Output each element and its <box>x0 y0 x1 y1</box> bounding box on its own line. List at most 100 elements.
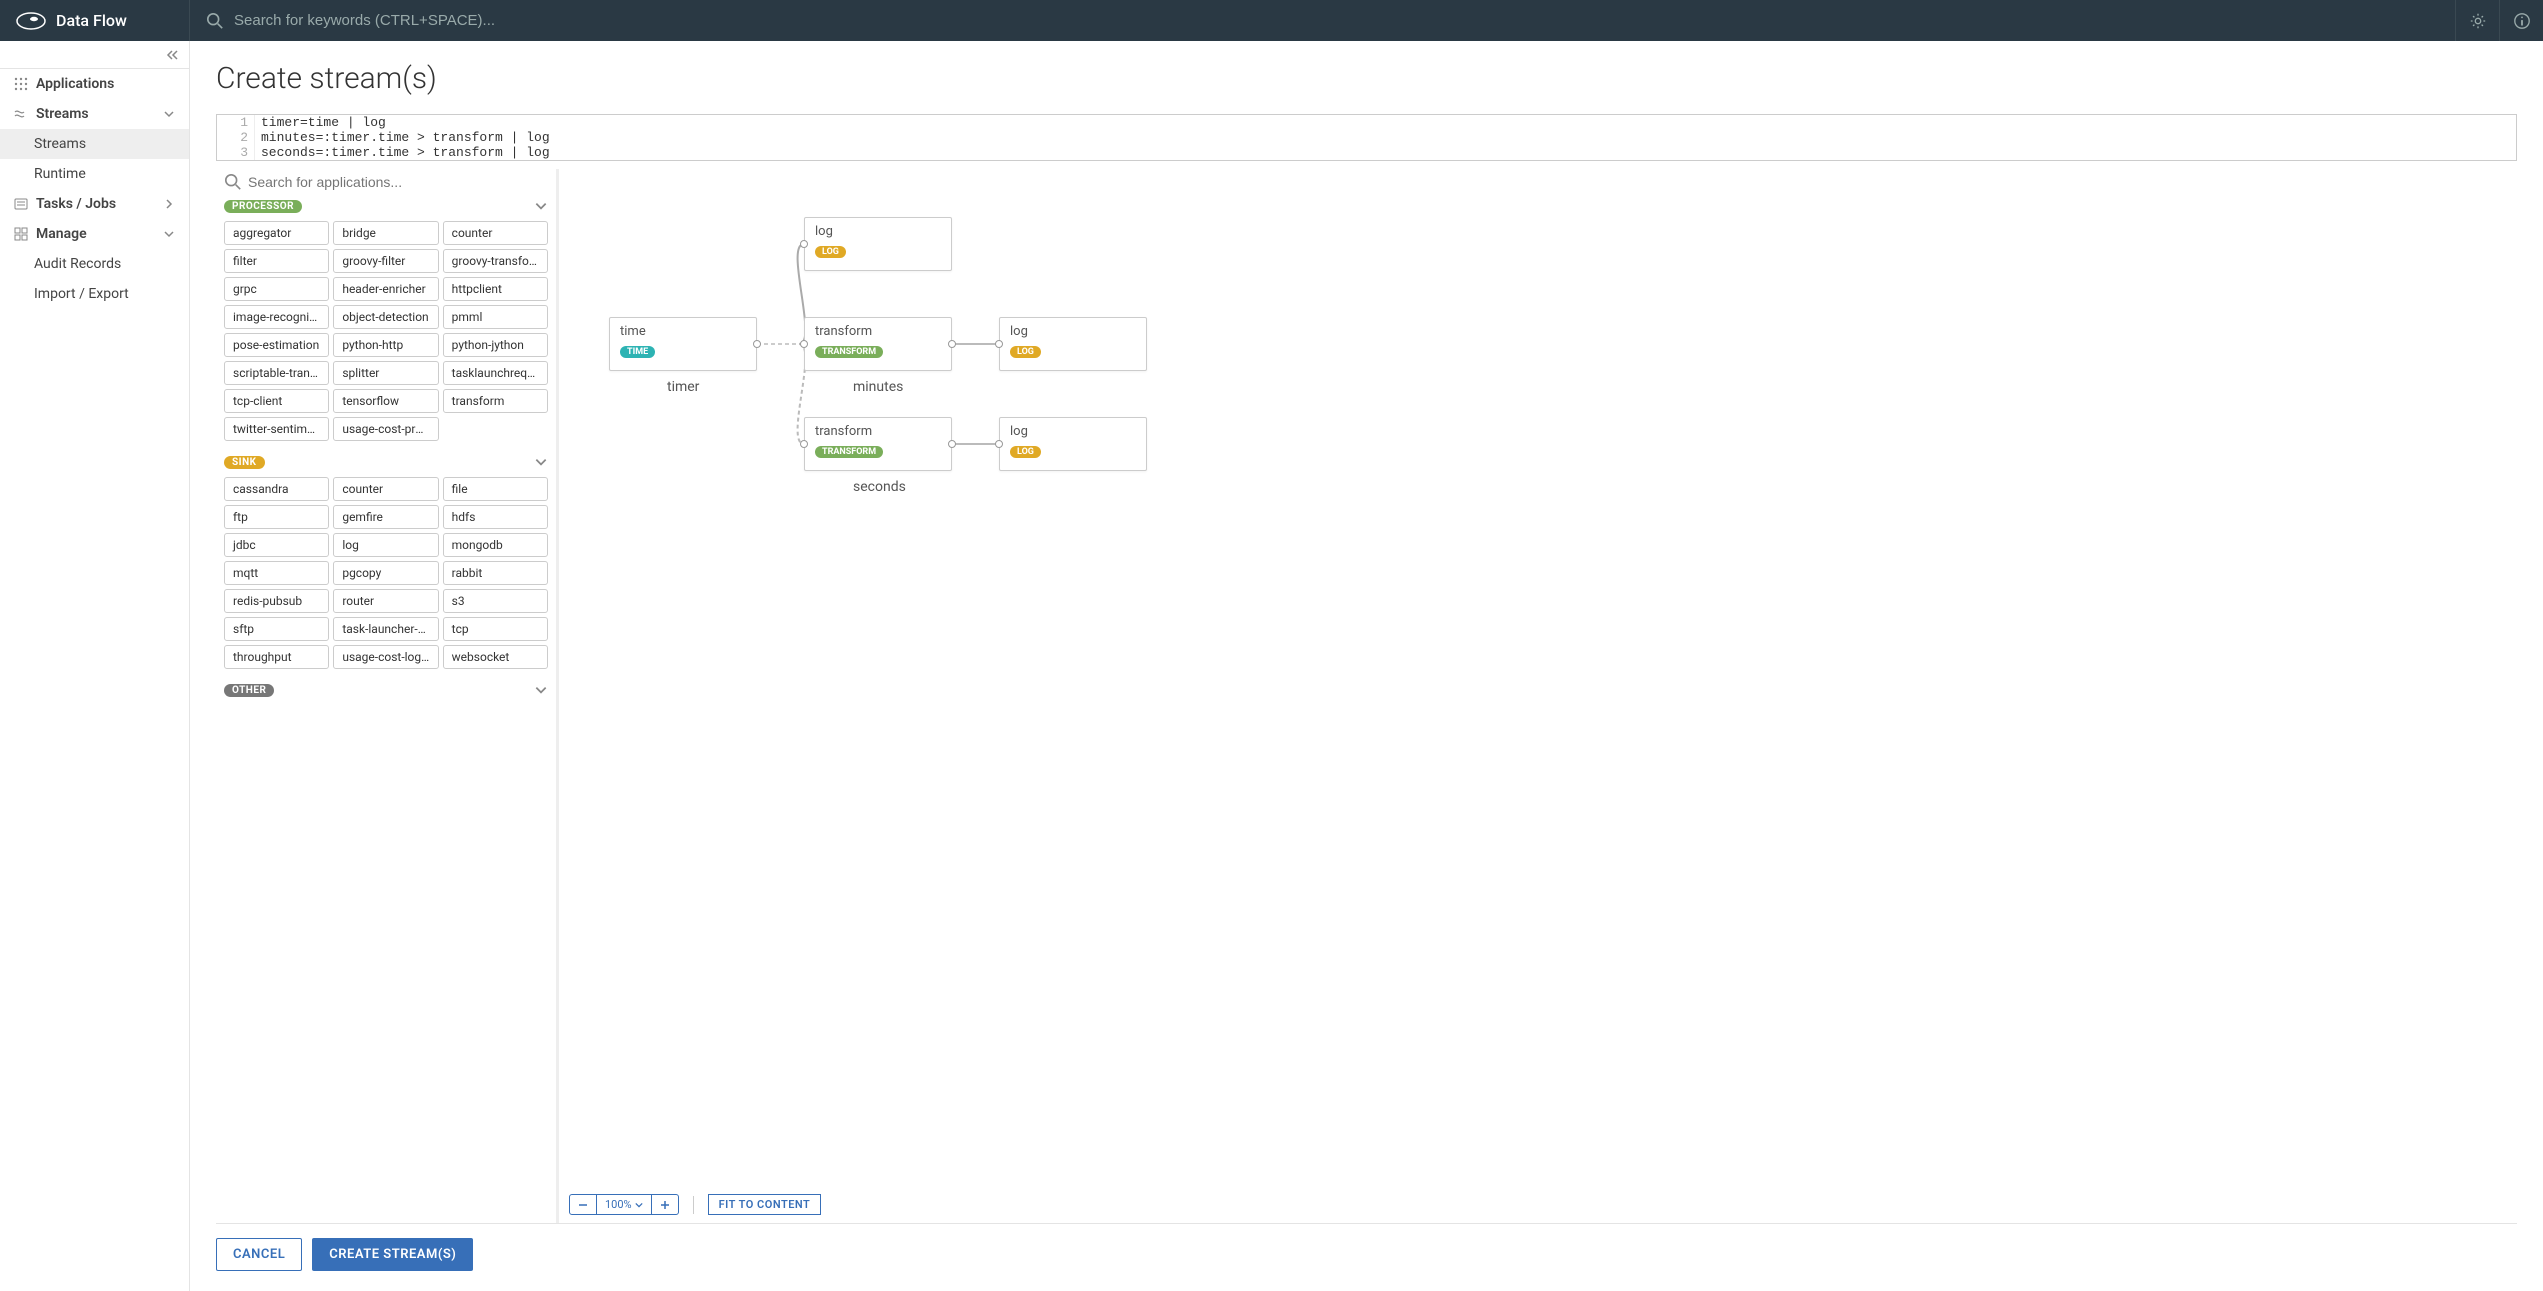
sidebar-item-manage[interactable]: Manage <box>0 219 189 249</box>
sidebar-label: Applications <box>36 76 114 92</box>
palette-chip[interactable]: counter <box>443 221 548 245</box>
flow-node-time[interactable]: time TIME <box>609 317 757 371</box>
palette-chip[interactable]: log <box>333 533 438 557</box>
palette-chip[interactable]: task-launcher-dataflow <box>333 617 438 641</box>
node-title: log <box>1010 324 1136 339</box>
settings-button[interactable] <box>2455 0 2499 41</box>
input-port[interactable] <box>995 340 1003 348</box>
input-port[interactable] <box>800 240 808 248</box>
palette-chip[interactable]: filter <box>224 249 329 273</box>
node-tag: LOG <box>1010 446 1041 458</box>
palette-chip[interactable]: groovy-filter <box>333 249 438 273</box>
editor-line: seconds=:timer.time > transform | log <box>255 145 550 160</box>
category-other-header[interactable]: OTHER <box>216 679 556 701</box>
category-sink-header[interactable]: SINK <box>216 451 556 473</box>
palette-chip[interactable]: rabbit <box>443 561 548 585</box>
cancel-button[interactable]: CANCEL <box>216 1238 302 1271</box>
palette-chip[interactable]: tasklaunchrequest <box>443 361 548 385</box>
zoom-level-dropdown[interactable]: 100% <box>596 1195 651 1214</box>
palette-chip[interactable]: groovy-transform <box>443 249 548 273</box>
zoom-out-button[interactable] <box>570 1195 596 1214</box>
palette-chip[interactable]: aggregator <box>224 221 329 245</box>
flow-canvas[interactable]: time TIME timer log LOG transform TRANSF… <box>559 169 2517 1223</box>
flow-node-log[interactable]: log LOG <box>999 317 1147 371</box>
palette-chip[interactable]: cassandra <box>224 477 329 501</box>
app-name: Data Flow <box>56 11 127 30</box>
node-tag: TIME <box>620 346 655 358</box>
palette-chip[interactable]: file <box>443 477 548 501</box>
palette-chip[interactable]: ftp <box>224 505 329 529</box>
palette-chip[interactable]: mongodb <box>443 533 548 557</box>
palette-chip[interactable]: httpclient <box>443 277 548 301</box>
palette-chip[interactable]: pmml <box>443 305 548 329</box>
palette-chip[interactable]: tensorflow <box>333 389 438 413</box>
sidebar-item-import-export[interactable]: Import / Export <box>0 279 189 309</box>
output-port[interactable] <box>753 340 761 348</box>
palette-chip[interactable]: python-http <box>333 333 438 357</box>
app-search-input[interactable] <box>248 174 548 190</box>
info-button[interactable] <box>2499 0 2543 41</box>
global-search-input[interactable] <box>234 12 2439 29</box>
palette-chip[interactable]: header-enricher <box>333 277 438 301</box>
sidebar-item-streams-list[interactable]: Streams <box>0 129 189 159</box>
node-title: transform <box>815 324 941 339</box>
grid-icon <box>14 77 28 91</box>
palette-chip[interactable]: bridge <box>333 221 438 245</box>
output-port[interactable] <box>948 340 956 348</box>
palette-chip[interactable]: tcp-client <box>224 389 329 413</box>
input-port[interactable] <box>800 340 808 348</box>
category-processor-header[interactable]: PROCESSOR <box>216 195 556 217</box>
palette-chip[interactable]: tcp <box>443 617 548 641</box>
palette-chip[interactable]: python-jython <box>443 333 548 357</box>
app-search[interactable] <box>216 169 556 195</box>
palette-chip[interactable]: redis-pubsub <box>224 589 329 613</box>
dsl-editor[interactable]: 1timer=time | log 2minutes=:timer.time >… <box>216 114 2517 161</box>
sidebar-item-streams[interactable]: Streams <box>0 99 189 129</box>
node-title: log <box>1010 424 1136 439</box>
flow-node-transform[interactable]: transform TRANSFORM <box>804 417 952 471</box>
global-search[interactable] <box>190 12 2455 30</box>
palette-chip[interactable]: image-recognition <box>224 305 329 329</box>
flow-node-transform[interactable]: transform TRANSFORM <box>804 317 952 371</box>
palette-chip[interactable]: twitter-sentiment <box>224 417 329 441</box>
palette-chip[interactable]: object-detection <box>333 305 438 329</box>
input-port[interactable] <box>800 440 808 448</box>
node-title: log <box>815 224 941 239</box>
sidebar-item-applications[interactable]: Applications <box>0 69 189 99</box>
zoom-in-button[interactable] <box>651 1195 678 1214</box>
sidebar-label: Streams <box>36 106 89 122</box>
canvas-toolbar: 100% FIT TO CONTENT <box>569 1194 821 1215</box>
flow-node-log[interactable]: log LOG <box>999 417 1147 471</box>
palette-chip[interactable]: transform <box>443 389 548 413</box>
sidebar-collapse-button[interactable] <box>0 41 189 69</box>
sidebar-item-audit-records[interactable]: Audit Records <box>0 249 189 279</box>
palette-chip[interactable]: gemfire <box>333 505 438 529</box>
sidebar-item-tasks-jobs[interactable]: Tasks / Jobs <box>0 189 189 219</box>
app-palette: PROCESSOR aggregatorbridgecounterfilterg… <box>216 169 556 1223</box>
output-port[interactable] <box>948 440 956 448</box>
palette-chip[interactable]: pose-estimation <box>224 333 329 357</box>
palette-chip[interactable]: throughput <box>224 645 329 669</box>
palette-chip[interactable]: splitter <box>333 361 438 385</box>
input-port[interactable] <box>995 440 1003 448</box>
sidebar-item-runtime[interactable]: Runtime <box>0 159 189 189</box>
palette-chip[interactable]: router <box>333 589 438 613</box>
palette-chip[interactable]: grpc <box>224 277 329 301</box>
flow-node-log[interactable]: log LOG <box>804 217 952 271</box>
palette-chip[interactable]: counter <box>333 477 438 501</box>
palette-chip[interactable]: sftp <box>224 617 329 641</box>
palette-chip[interactable]: pgcopy <box>333 561 438 585</box>
brand[interactable]: Data Flow <box>0 0 190 41</box>
palette-chip[interactable]: usage-cost-logger <box>333 645 438 669</box>
palette-chip[interactable]: jdbc <box>224 533 329 557</box>
palette-chip[interactable]: mqtt <box>224 561 329 585</box>
tasks-icon <box>14 197 28 211</box>
fit-to-content-button[interactable]: FIT TO CONTENT <box>708 1194 822 1215</box>
palette-chip[interactable]: scriptable-transform <box>224 361 329 385</box>
palette-chip[interactable]: s3 <box>443 589 548 613</box>
palette-chip[interactable]: usage-cost-processor <box>333 417 438 441</box>
palette-chip[interactable]: hdfs <box>443 505 548 529</box>
category-label: PROCESSOR <box>224 200 302 213</box>
palette-chip[interactable]: websocket <box>443 645 548 669</box>
create-stream-button[interactable]: CREATE STREAM(S) <box>312 1238 473 1271</box>
